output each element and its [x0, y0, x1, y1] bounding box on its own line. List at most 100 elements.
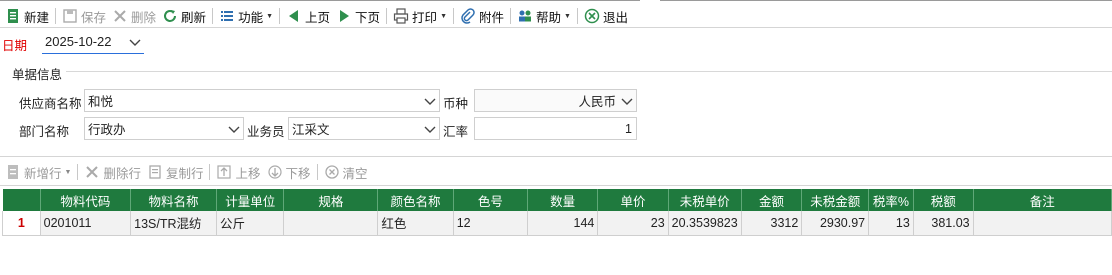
currency-label: 币种 — [443, 97, 469, 111]
toolbar-separator — [209, 164, 211, 180]
cell-tax-rate[interactable]: 13 — [868, 211, 914, 236]
column-header[interactable]: 规格 — [283, 189, 379, 211]
supplier-select[interactable]: 和悦 — [84, 89, 440, 112]
move-up-label: 上移 — [235, 166, 261, 181]
column-header[interactable]: 单价 — [597, 189, 669, 211]
cell-tax[interactable]: 381.03 — [913, 211, 974, 236]
dropdown-caret-icon: ▼ — [64, 168, 72, 176]
grid-top-divider — [0, 185, 1112, 186]
column-header[interactable]: 数量 — [527, 189, 599, 211]
next-page-button[interactable]: 下页 — [333, 5, 383, 27]
move-down-icon — [267, 164, 283, 180]
move-down-button[interactable]: 下移 — [264, 161, 314, 183]
clear-button[interactable]: 清空 — [321, 161, 371, 183]
chevron-down-icon — [424, 96, 436, 106]
move-up-button[interactable]: 上移 — [213, 161, 263, 183]
toolbar-separator — [576, 8, 578, 24]
move-up-icon — [216, 164, 232, 180]
help-people-icon — [517, 8, 533, 24]
supplier-value: 和悦 — [88, 95, 114, 109]
salesman-value: 江采文 — [292, 123, 330, 137]
prev-page-label: 上页 — [305, 10, 331, 25]
column-header[interactable]: 备注 — [973, 189, 1112, 211]
cell-price-notax[interactable]: 20.3539823 — [668, 211, 742, 236]
currency-select[interactable]: 人民币 — [474, 89, 637, 112]
rate-input[interactable]: 1 — [474, 117, 637, 140]
toolbar-separator — [386, 8, 388, 24]
attachment-button[interactable]: 附件 — [457, 5, 507, 27]
dept-value: 行政办 — [88, 123, 126, 137]
doc-info-group-title: 单据信息 — [12, 68, 63, 82]
dropdown-caret-icon: ▼ — [440, 12, 447, 20]
functions-menu-button[interactable]: 功能 ▼ — [216, 5, 276, 27]
column-header[interactable]: 物料代码 — [40, 189, 132, 211]
cell-color-no[interactable]: 12 — [453, 211, 528, 236]
cell-color-name[interactable]: 红色 — [377, 211, 454, 236]
column-header[interactable]: 税额 — [913, 189, 974, 211]
toolbar-separator — [453, 8, 454, 24]
toolbar-separator — [510, 8, 512, 24]
cell-name[interactable]: 13S/TR混纺 — [130, 211, 217, 236]
column-header[interactable]: 计量单位 — [216, 189, 285, 211]
cell-spec[interactable] — [283, 211, 379, 236]
list-icon — [219, 8, 235, 24]
delete-button[interactable]: 删除 — [109, 5, 159, 27]
new-button[interactable]: 新建 — [2, 5, 52, 27]
printer-icon — [393, 8, 409, 24]
chevron-down-icon — [129, 36, 141, 46]
column-header[interactable]: 金额 — [741, 189, 803, 211]
chevron-down-icon — [621, 96, 633, 106]
date-label: 日期 — [2, 39, 28, 53]
dept-label: 部门名称 — [19, 125, 70, 139]
copy-row-button[interactable]: 复制行 — [144, 161, 207, 183]
add-row-icon — [5, 164, 21, 180]
column-header[interactable]: 税率% — [868, 189, 914, 211]
form-bottom-divider — [0, 156, 1112, 157]
help-menu-button[interactable]: 帮助 ▼ — [514, 5, 574, 27]
column-header[interactable]: 未税单价 — [668, 189, 742, 211]
exit-circle-x-icon — [584, 8, 600, 24]
copy-row-label: 复制行 — [165, 166, 204, 181]
cell-unit[interactable]: 公斤 — [216, 211, 285, 236]
rate-label: 汇率 — [443, 125, 469, 139]
refresh-button[interactable]: 刷新 — [159, 5, 209, 27]
salesman-select[interactable]: 江采文 — [288, 117, 440, 140]
column-header[interactable]: 色号 — [453, 189, 528, 211]
exit-label: 退出 — [602, 10, 628, 25]
column-header[interactable]: 颜色名称 — [377, 189, 454, 211]
add-row-button[interactable]: 新增行 ▼ — [2, 161, 74, 183]
delete-row-button[interactable]: 删除行 — [81, 161, 144, 183]
rate-value: 1 — [625, 121, 632, 136]
save-button[interactable]: 保存 — [59, 5, 109, 27]
new-label: 新建 — [24, 10, 50, 25]
cell-code[interactable]: 0201011 — [40, 211, 132, 236]
delete-label: 删除 — [131, 10, 157, 25]
paperclip-icon — [460, 8, 476, 24]
dept-select[interactable]: 行政办 — [84, 117, 244, 140]
date-picker[interactable]: 2025-10-22 — [42, 29, 144, 54]
supplier-label: 供应商名称 — [19, 97, 82, 111]
chevron-down-icon — [228, 124, 240, 134]
save-icon — [62, 8, 78, 24]
exit-button[interactable]: 退出 — [581, 5, 631, 27]
toolbar-separator — [316, 164, 318, 180]
print-menu-button[interactable]: 打印 ▼ — [390, 5, 450, 27]
dropdown-caret-icon: ▼ — [564, 12, 571, 20]
column-header[interactable]: 物料名称 — [130, 189, 217, 211]
cell-amount-notax[interactable]: 2930.97 — [801, 211, 870, 236]
table-row[interactable]: 1 0201011 13S/TR混纺 公斤 红色 12 144 23 20.35… — [2, 211, 1112, 236]
cell-price[interactable]: 23 — [597, 211, 669, 236]
new-document-icon — [5, 8, 21, 24]
prev-page-button[interactable]: 上页 — [283, 5, 333, 27]
toolbar-divider — [0, 27, 1112, 28]
row-toolbar: 新增行 ▼ 删除行 复制行 上移 下移 清空 — [2, 160, 371, 184]
main-toolbar: 新建 保存 删除 刷新 功能 ▼ 上页 下页 打印 ▼ 附件 帮助 ▼ 退出 — [0, 4, 1112, 28]
add-row-label: 新增行 — [24, 166, 62, 181]
cell-remark[interactable] — [973, 211, 1112, 236]
cell-qty[interactable]: 144 — [527, 211, 599, 236]
column-header[interactable]: 未税金额 — [801, 189, 870, 211]
help-label: 帮助 — [536, 10, 562, 25]
move-down-label: 下移 — [285, 166, 311, 181]
cell-amount[interactable]: 3312 — [741, 211, 803, 236]
triangle-left-icon — [286, 8, 302, 24]
